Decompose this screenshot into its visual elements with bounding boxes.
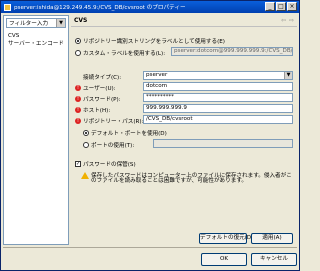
ok-button[interactable]: OK (201, 253, 247, 266)
radio-custom-port-text: ポートの使用(T): (91, 143, 135, 149)
error-icon: ! (75, 107, 81, 113)
connection-type-label: 接続タイプ(C): (83, 75, 122, 81)
host-field[interactable]: 999.999.999.9 (143, 104, 293, 113)
panel-title: CVS (74, 17, 88, 24)
save-password-row[interactable]: ✓ パスワードの保管(S) (75, 160, 136, 168)
password-label-row: ! パスワード(P): (75, 95, 121, 103)
user-field[interactable]: dotcom (143, 82, 293, 91)
close-button[interactable]: × (287, 2, 297, 11)
save-password-label: パスワードの保管(S) (83, 162, 136, 168)
chevron-down-icon[interactable]: ▼ (284, 72, 292, 79)
sidebar-item-cvs[interactable]: CVS (8, 32, 64, 40)
window-title: pserver:ishida@129.249.45.9:/CVS_DB/cvsr… (14, 5, 186, 11)
cancel-button[interactable]: キャンセル (251, 253, 297, 266)
maximize-button[interactable]: □ (276, 2, 286, 11)
radio-custom-port[interactable] (83, 142, 89, 148)
warning-icon (81, 171, 89, 179)
radio-default-port[interactable] (83, 130, 89, 136)
host-label: ホスト(H): (83, 108, 111, 114)
port-field[interactable] (153, 139, 293, 148)
radio-default-port-text: デフォルト・ポートを使用(D) (91, 131, 167, 137)
filter-input[interactable]: フィルター入力 ▼ (6, 18, 66, 28)
error-icon: ! (75, 118, 81, 124)
repo-path-field[interactable]: /CVS_DB/cvsroot (143, 115, 293, 124)
footer-divider (3, 247, 297, 248)
save-password-checkbox[interactable]: ✓ (75, 161, 81, 167)
port-custom-row[interactable]: ポートの使用(T): (83, 141, 134, 149)
restore-defaults-button[interactable]: デフォルトの復元(D) (199, 233, 253, 244)
radio-repo-label-text: リポジトリー識別ストリングをラベルとして使用する(E) (83, 39, 225, 45)
error-icon: ! (75, 85, 81, 91)
filter-placeholder: フィルター入力 (9, 21, 49, 27)
sidebar-item-server-encoding[interactable]: サーバー・エンコード (8, 40, 64, 48)
port-default-row[interactable]: デフォルト・ポートを使用(D) (83, 129, 167, 137)
warning-text-line2: のファイルを読み取ることは困難ですが、可能性があります。 (91, 178, 247, 184)
host-label-row: ! ホスト(H): (75, 106, 110, 114)
custom-label-field[interactable]: pserver:dotcom@999.999.999.9:/CVS_DB/ (171, 47, 293, 56)
label-option-repo[interactable]: リポジトリー識別ストリングをラベルとして使用する(E) (75, 37, 225, 45)
repo-path-label: リポジトリー・パス(R): (83, 119, 144, 125)
minimize-button[interactable]: _ (265, 2, 275, 11)
properties-panel: CVS ⇦ ⇨ リポジトリー識別ストリングをラベルとして使用する(E) カスタム… (71, 15, 297, 245)
radio-custom-label[interactable] (75, 50, 81, 56)
chevron-down-icon[interactable]: ▼ (56, 19, 65, 27)
properties-dialog: pserver:ishida@129.249.45.9:/CVS_DB/cvsr… (0, 0, 300, 271)
radio-repo-label[interactable] (75, 38, 81, 44)
radio-custom-label-text: カスタム・ラベルを使用する(L): (83, 51, 166, 57)
apply-button[interactable]: 適用(A) (251, 233, 293, 244)
window-icon (4, 3, 11, 11)
sidebar: フィルター入力 ▼ CVS サーバー・エンコード (3, 15, 69, 245)
user-label-row: ! ユーザー(U): (75, 84, 116, 92)
title-bar[interactable]: pserver:ishida@129.249.45.9:/CVS_DB/cvsr… (1, 1, 299, 13)
connection-type-value: pserver (146, 72, 168, 78)
error-icon: ! (75, 96, 81, 102)
password-field[interactable]: ********** (143, 93, 293, 102)
user-label: ユーザー(U): (83, 86, 116, 92)
forward-arrow-icon[interactable]: ⇨ (289, 17, 294, 24)
back-arrow-icon[interactable]: ⇦ (281, 17, 286, 24)
password-label: パスワード(P): (83, 97, 121, 103)
connection-type-select[interactable]: pserver ▼ (143, 71, 293, 80)
property-tree: CVS サーバー・エンコード (8, 32, 64, 48)
panel-header: CVS ⇦ ⇨ (71, 15, 297, 27)
repo-path-label-row: ! リポジトリー・パス(R): (75, 117, 143, 125)
label-option-custom[interactable]: カスタム・ラベルを使用する(L): (75, 49, 165, 57)
